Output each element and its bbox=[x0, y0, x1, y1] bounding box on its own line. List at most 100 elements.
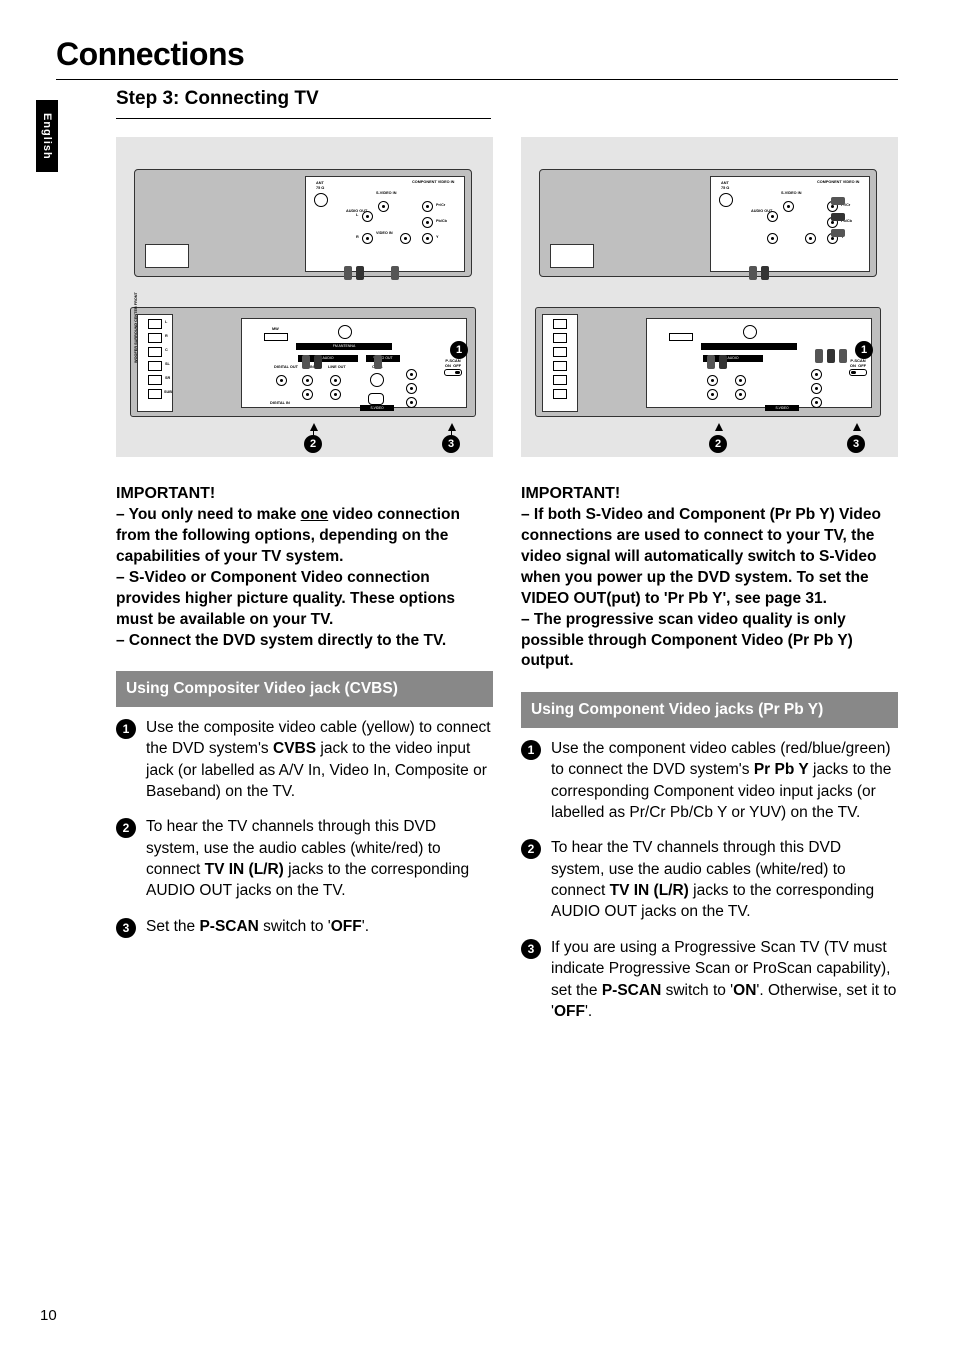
plug-video bbox=[391, 266, 399, 280]
sp-sl-r bbox=[553, 361, 567, 371]
y-out-jack-r bbox=[811, 397, 822, 408]
tvin-l-jack bbox=[302, 375, 313, 386]
plug-tvin-r bbox=[314, 355, 322, 369]
arrow-2-r bbox=[715, 423, 723, 431]
y-out-jack bbox=[406, 397, 417, 408]
r3-b1: P-SCAN bbox=[602, 982, 661, 999]
page-number: 10 bbox=[40, 1307, 57, 1324]
pscan-block: P-SCAN ON OFF bbox=[444, 358, 462, 377]
lbl-lineout: LINE OUT bbox=[328, 365, 346, 369]
left-column: ANT 75 Ω COMPONENT VIDEO IN S-VIDEO IN A… bbox=[116, 137, 493, 1036]
plug-audio-l-r bbox=[749, 266, 757, 280]
l3-b2: OFF bbox=[331, 918, 362, 935]
right-column: ANT 75 Ω COMPONENT VIDEO IN S-VIDEO IN A… bbox=[521, 137, 898, 1036]
dvd-jack-panel: MW FM ANTENNA 1 AUDIO DIGITAL OUT TV IN … bbox=[241, 318, 467, 408]
lbl-off-r: OFF bbox=[858, 363, 866, 368]
tv-rear: ANT 75 Ω COMPONENT VIDEO IN S-VIDEO IN A… bbox=[134, 169, 472, 277]
lbl-videoout: VIDEO OUT bbox=[366, 355, 400, 362]
lineout-l-jack-r bbox=[735, 375, 746, 386]
diagram-cvbs: ANT 75 Ω COMPONENT VIDEO IN S-VIDEO IN A… bbox=[116, 137, 493, 457]
r-step-num-2: 2 bbox=[521, 839, 541, 859]
lbl-svideo: S-VIDEO bbox=[360, 405, 394, 411]
l1-b1: CVBS bbox=[273, 740, 316, 757]
imp-r-1: – If both S-Video and Component (Pr Pb Y… bbox=[521, 506, 881, 607]
left-step-1: 1 Use the composite video cable (yellow)… bbox=[116, 717, 493, 803]
pr-jack-r bbox=[811, 369, 822, 380]
sp-l bbox=[148, 319, 162, 329]
lbl-R: R bbox=[356, 235, 359, 239]
speaker-col-r bbox=[542, 314, 578, 412]
step-num-3: 3 bbox=[116, 918, 136, 938]
plug-pr-tv bbox=[831, 197, 845, 205]
lbl-prcr: Pr/Cr bbox=[436, 203, 445, 207]
diagram-component: ANT 75 Ω COMPONENT VIDEO IN S-VIDEO IN A… bbox=[521, 137, 898, 457]
language-tab: English bbox=[36, 100, 58, 172]
pb-jack-r bbox=[811, 383, 822, 394]
step-heading: Step 3: Connecting TV bbox=[116, 88, 898, 110]
y-jack bbox=[422, 233, 433, 244]
l3-b1: P-SCAN bbox=[199, 918, 258, 935]
left-step-2: 2 To hear the TV channels through this D… bbox=[116, 816, 493, 902]
cvbs-jack bbox=[370, 373, 384, 387]
step-num-1: 1 bbox=[116, 719, 136, 739]
left-step-2-text: To hear the TV channels through this DVD… bbox=[146, 816, 493, 902]
sp-sl bbox=[148, 361, 162, 371]
important-body-right: – If both S-Video and Component (Pr Pb Y… bbox=[521, 505, 898, 672]
lbl-on-r: ON bbox=[850, 363, 856, 368]
ant-jack bbox=[314, 193, 328, 207]
sp-sub-r bbox=[553, 389, 567, 399]
video-in-jack bbox=[400, 233, 411, 244]
imp-l-3: – Connect the DVD system directly to the… bbox=[116, 632, 446, 649]
plug-y-dvd bbox=[839, 349, 847, 363]
lbl-sp-sr: SR bbox=[165, 376, 170, 380]
digout-jack bbox=[276, 375, 287, 386]
r2-b1: TV IN (L/R) bbox=[610, 882, 689, 899]
fm-ring bbox=[338, 325, 352, 339]
l3-post: '. bbox=[362, 918, 369, 935]
lbl-fm: FM ANTENNA bbox=[296, 343, 392, 350]
lineout-l-jack bbox=[330, 375, 341, 386]
dvd-panel-r: 1 AUDIO S-VIDEO P-SCAN ON OFF bbox=[646, 318, 872, 408]
lbl-digout: DIGITAL OUT bbox=[274, 365, 298, 369]
badge-2-r: 2 bbox=[709, 435, 727, 453]
plug-audio-l bbox=[344, 266, 352, 280]
lbl-ant75: 75 Ω bbox=[316, 186, 324, 190]
pb-jack bbox=[406, 383, 417, 394]
lbl-sp-sub: SUB bbox=[164, 390, 172, 394]
lbl-ant75-r: 75 Ω bbox=[721, 186, 729, 190]
speaker-terminal-column: WOOFER SURROUND CENTER FRONT L R C SL SR… bbox=[137, 314, 173, 412]
badge-1-r: 1 bbox=[855, 341, 873, 359]
badge-3: 3 bbox=[442, 435, 460, 453]
svideo-in-jack bbox=[378, 201, 389, 212]
r-step-num-1: 1 bbox=[521, 740, 541, 760]
plug-pr-dvd bbox=[815, 349, 823, 363]
important-heading-left: IMPORTANT! bbox=[116, 485, 493, 503]
lbl-svid-in-r: S-VIDEO IN bbox=[781, 191, 801, 195]
pbcb-jack bbox=[422, 217, 433, 228]
lbl-ant-r: ANT bbox=[721, 181, 729, 185]
tvin-r-jack-r bbox=[707, 389, 718, 400]
plug-tvin-l bbox=[302, 355, 310, 369]
plug-audio-r bbox=[356, 266, 364, 280]
plug-pb-dvd bbox=[827, 349, 835, 363]
r3-b3: OFF bbox=[554, 1003, 585, 1020]
r3-mid: switch to ' bbox=[661, 982, 733, 999]
sp-r-r bbox=[553, 333, 567, 343]
lbl-spk-hdr: WOOFER SURROUND CENTER FRONT bbox=[134, 267, 138, 363]
lbl-y: Y bbox=[436, 235, 439, 239]
plug-y-tv bbox=[831, 229, 845, 237]
mw-box-r bbox=[669, 333, 693, 341]
arrow-3-r bbox=[853, 423, 861, 431]
r1-b1: Pr Pb Y bbox=[754, 761, 809, 778]
lbl-L: L bbox=[356, 213, 358, 217]
tv-rear-r: ANT 75 Ω COMPONENT VIDEO IN S-VIDEO IN A… bbox=[539, 169, 877, 277]
prcr-jack bbox=[422, 201, 433, 212]
arrow-2 bbox=[310, 423, 318, 431]
lbl-sp-c: C bbox=[165, 348, 168, 352]
tvin-l-jack-r bbox=[707, 375, 718, 386]
section-bar-cvbs: Using Compositer Video jack (CVBS) bbox=[116, 671, 493, 706]
right-step-2: 2 To hear the TV channels through this D… bbox=[521, 837, 898, 923]
lbl-on: ON bbox=[445, 363, 451, 368]
badge-3-r: 3 bbox=[847, 435, 865, 453]
sp-c bbox=[148, 347, 162, 357]
